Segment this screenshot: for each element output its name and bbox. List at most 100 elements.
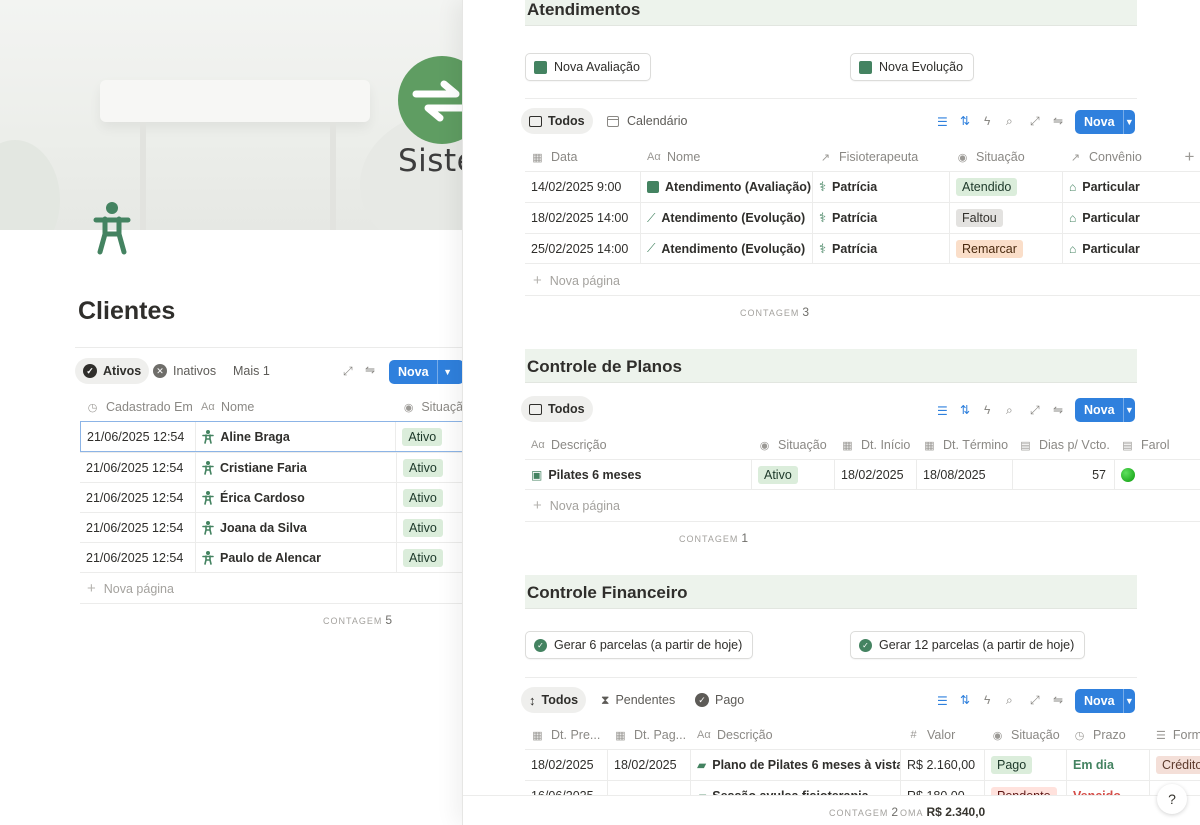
cell-convenio[interactable]: ⌂ Particular [1063, 172, 1200, 202]
nova-evolucao-button[interactable]: Nova Evolução [850, 53, 975, 81]
chevron-down-icon[interactable]: ▼ [438, 367, 458, 377]
search-icon[interactable]: ⌕ [1006, 403, 1013, 418]
tab-todos[interactable]: Todos [521, 108, 593, 134]
expand-icon[interactable]: ⤢ [343, 364, 353, 379]
tab-ativos[interactable]: ✓ Ativos [75, 358, 150, 384]
cell-dias[interactable]: 57 [1013, 460, 1115, 489]
settings-sliders-icon[interactable]: ⇋ [1053, 693, 1063, 707]
column-header[interactable]: ◉ Situação [950, 142, 1063, 172]
column-header[interactable]: ◷ Prazo [1067, 720, 1150, 750]
expand-icon[interactable]: ⤢ [1030, 403, 1040, 418]
cell-desc[interactable]: ▰ Plano de Pilates 6 meses à vista [691, 750, 901, 780]
count-footer[interactable]: CONTAGEM 1 [679, 531, 748, 545]
sort-icon[interactable]: ⇅ [960, 114, 970, 128]
new-button[interactable]: Nova ▼ [1075, 398, 1135, 422]
cell-name[interactable]: ⟋ Atendimento (Evolução) [641, 203, 813, 233]
cell-date[interactable]: 21/06/2025 12:54 [80, 513, 196, 543]
expand-icon[interactable]: ⤢ [1030, 114, 1040, 129]
gerar-6-parcelas-button[interactable]: ✓ Gerar 6 parcelas (a partir de hoje) [525, 631, 754, 659]
cell-date[interactable]: 25/02/2025 14:00 [525, 234, 641, 263]
filter-icon[interactable]: ☰ [937, 404, 948, 418]
cell-status[interactable]: Ativo [397, 543, 470, 572]
cell-forma[interactable]: Crédito [1150, 750, 1200, 780]
column-header[interactable]: ◷ Cadastrado Em [80, 392, 195, 422]
new-page-button[interactable]: + Nova página [533, 497, 620, 514]
filter-icon[interactable]: ☰ [937, 115, 948, 129]
new-page-button[interactable]: + Nova página [87, 580, 174, 597]
filter-icon[interactable]: ☰ [937, 694, 948, 708]
table-row[interactable]: 14/02/2025 9:00 Atendimento (Avaliação) … [525, 171, 1200, 202]
chevron-down-icon[interactable]: ▼ [1124, 405, 1135, 415]
settings-sliders-icon[interactable]: ⇋ [365, 363, 375, 377]
add-column-icon[interactable]: + [1173, 142, 1200, 172]
cell-valor[interactable]: R$ 2.160,00 [901, 750, 985, 780]
sum-footer[interactable]: OMA R$ 2.340,0 [900, 805, 985, 819]
column-header[interactable]: ▦ Data [525, 142, 641, 172]
cell-status[interactable]: Remarcar [950, 234, 1063, 263]
cell-fisio[interactable]: ⚕ Patrícia [813, 234, 950, 263]
column-header[interactable]: ☰ Form [1150, 720, 1200, 750]
cell-date[interactable]: 21/06/2025 12:54 [80, 543, 196, 572]
cell-name[interactable]: ⟋ Atendimento (Evolução) [641, 234, 813, 263]
cell-date[interactable]: 14/02/2025 9:00 [525, 172, 641, 202]
cell-status[interactable]: Atendido [950, 172, 1063, 202]
sort-icon[interactable]: ⇅ [960, 403, 970, 417]
column-header[interactable]: ◉ Situação [752, 430, 835, 460]
cell-status[interactable]: Ativo [752, 460, 835, 489]
tab-todos[interactable]: Todos [521, 396, 593, 422]
cell-name[interactable]: Paulo de Alencar [196, 543, 397, 572]
cell-convenio[interactable]: ⌂ Particular [1063, 234, 1200, 263]
chevron-down-icon[interactable]: ▼ [1124, 696, 1135, 706]
automation-icon[interactable]: ϟ [984, 403, 990, 417]
cell-fisio[interactable]: ⚕ Patrícia [813, 203, 950, 233]
cell-date[interactable]: 21/06/2025 12:54 [81, 422, 197, 451]
count-footer[interactable]: CONTAGEM 2 [829, 805, 898, 819]
new-page-button[interactable]: + Nova página [533, 272, 620, 289]
person-page-icon[interactable] [90, 200, 134, 256]
automation-icon[interactable]: ϟ [984, 693, 990, 707]
chevron-down-icon[interactable]: ▼ [1124, 117, 1135, 127]
cell-name[interactable]: Érica Cardoso [196, 483, 397, 513]
cell-termino[interactable]: 18/08/2025 [917, 460, 1013, 489]
table-row[interactable]: 21/06/2025 12:54 Joana da Silva Ativo [80, 512, 470, 543]
help-icon[interactable]: ? [1157, 784, 1187, 814]
cell-status[interactable]: Ativo [396, 422, 469, 451]
table-row[interactable]: 21/06/2025 12:54 Cristiane Faria Ativo [80, 452, 470, 483]
cell-status[interactable]: Ativo [397, 483, 470, 513]
column-header[interactable]: ▦ Dt. Pag... [608, 720, 691, 750]
table-row[interactable]: 21/06/2025 12:54 Paulo de Alencar Ativo [80, 542, 470, 573]
cell-status[interactable]: Faltou [950, 203, 1063, 233]
table-row[interactable]: 25/02/2025 14:00 ⟋ Atendimento (Evolução)… [525, 233, 1200, 264]
cell-fisio[interactable]: ⚕ Patrícia [813, 172, 950, 202]
cell-pag[interactable]: 18/02/2025 [608, 750, 691, 780]
cell-date[interactable]: 18/02/2025 14:00 [525, 203, 641, 233]
count-footer[interactable]: CONTAGEM 5 [323, 613, 392, 627]
cell-prazo[interactable]: Em dia [1067, 750, 1150, 780]
column-header[interactable]: Aα Nome [195, 392, 397, 422]
table-row[interactable]: 18/02/2025 14:00 ⟋ Atendimento (Evolução)… [525, 202, 1200, 233]
cell-status[interactable]: Ativo [397, 453, 470, 483]
table-row[interactable]: 18/02/2025 18/02/2025 ▰ Plano de Pilates … [525, 749, 1200, 780]
tab-inativos[interactable]: ✕ Inativos [145, 358, 224, 384]
tab-more[interactable]: Mais 1 [225, 358, 278, 384]
new-button[interactable]: Nova ▼ [389, 360, 464, 384]
cell-name[interactable]: Joana da Silva [196, 513, 397, 543]
sort-icon[interactable]: ⇅ [960, 693, 970, 707]
cell-status[interactable]: Pago [985, 750, 1067, 780]
cell-inicio[interactable]: 18/02/2025 [835, 460, 917, 489]
column-header[interactable]: Aα Descrição [525, 430, 752, 460]
table-row[interactable]: ▣ Pilates 6 meses Ativo 18/02/2025 18/08/… [525, 459, 1200, 490]
cell-farol[interactable] [1115, 460, 1200, 489]
new-button[interactable]: Nova ▼ [1075, 110, 1135, 134]
settings-sliders-icon[interactable]: ⇋ [1053, 403, 1063, 417]
gerar-12-parcelas-button[interactable]: ✓ Gerar 12 parcelas (a partir de hoje) [850, 631, 1086, 659]
cell-desc[interactable]: ▣ Pilates 6 meses [525, 460, 752, 489]
cell-date[interactable]: 21/06/2025 12:54 [80, 453, 196, 483]
nova-avaliacao-button[interactable]: Nova Avaliação [525, 53, 651, 81]
search-icon[interactable]: ⌕ [1006, 114, 1013, 129]
count-footer[interactable]: CONTAGEM 3 [740, 305, 809, 319]
tab-pago[interactable]: ✓ Pago [687, 687, 752, 713]
column-header[interactable]: Aα Descrição [691, 720, 901, 750]
expand-icon[interactable]: ⤢ [1030, 693, 1040, 708]
tab-pendentes[interactable]: ⧗ Pendentes [593, 687, 683, 713]
